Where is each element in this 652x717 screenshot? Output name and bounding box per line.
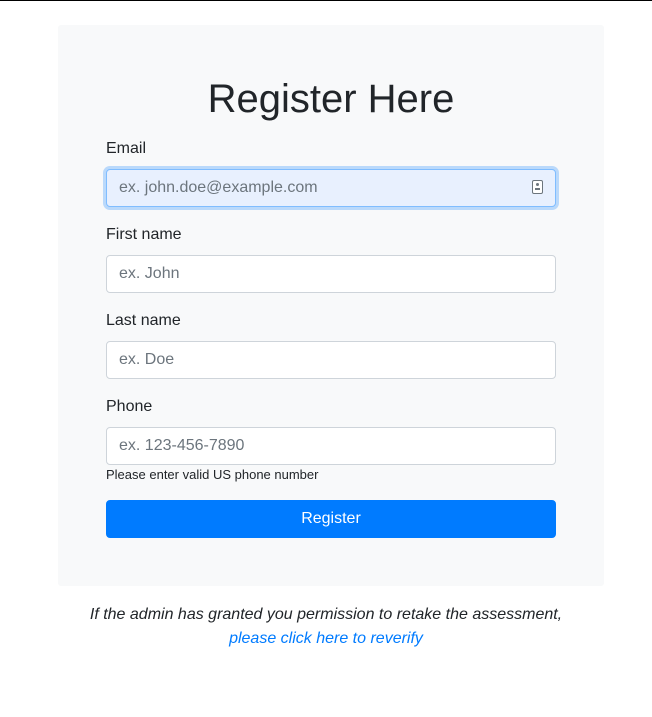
last-name-field[interactable] (106, 341, 556, 379)
top-divider (0, 0, 652, 1)
page-title: Register Here (207, 77, 455, 121)
retake-note: If the admin has granted you permission … (89, 606, 563, 623)
contact-card-icon[interactable] (532, 180, 543, 194)
phone-label: Phone (106, 398, 153, 415)
reverify-link[interactable]: please click here to reverify (0, 627, 652, 651)
first-name-label: First name (106, 226, 182, 243)
phone-field[interactable] (106, 427, 556, 465)
email-label: Email (106, 140, 147, 157)
email-field[interactable] (106, 169, 556, 207)
last-name-label: Last name (106, 312, 181, 329)
first-name-field[interactable] (106, 255, 556, 293)
registration-card: Register Here Email First name Last name… (58, 25, 604, 586)
phone-help-text: Please enter valid US phone number (106, 467, 319, 482)
register-button[interactable]: Register (106, 500, 556, 538)
